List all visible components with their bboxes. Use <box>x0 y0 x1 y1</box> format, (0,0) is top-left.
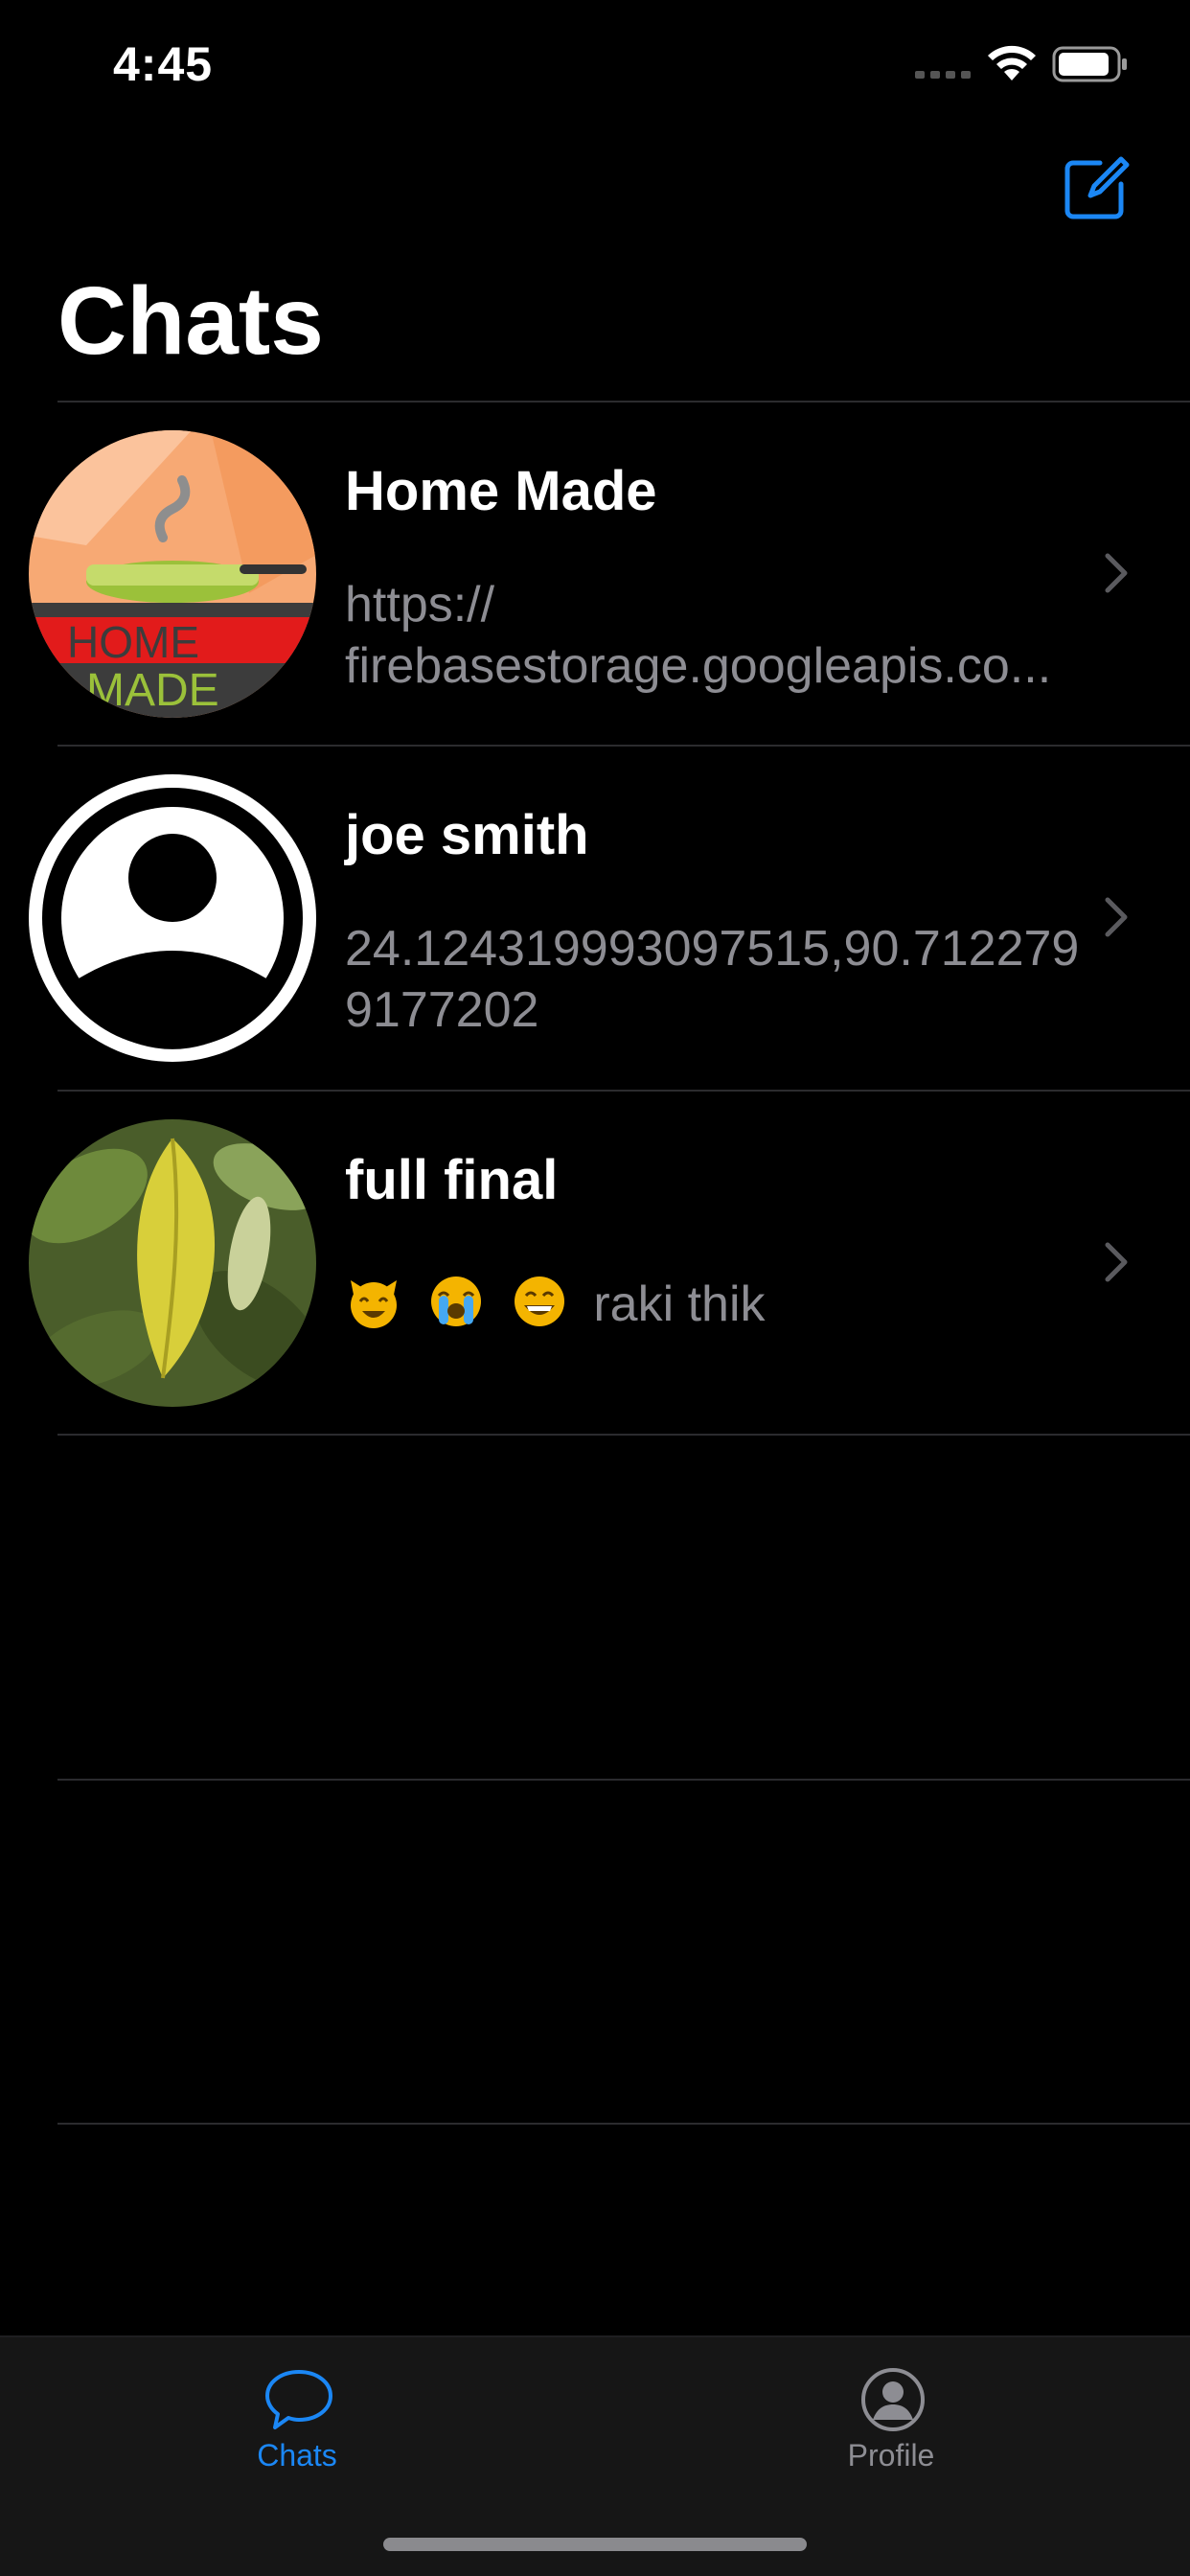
chat-name: full final <box>345 1149 559 1211</box>
chat-name: Home Made <box>345 460 657 522</box>
chat-name: joe smith <box>345 804 589 866</box>
compose-button[interactable] <box>1062 153 1131 222</box>
chat-preview: raki thik <box>345 1273 1092 1335</box>
chat-preview: 24.124319993097515,90.7122799177202 <box>345 921 1080 1038</box>
smiling-cat-emoji <box>351 1280 397 1328</box>
status-bar: 4:45 <box>0 0 1190 134</box>
status-time: 4:45 <box>113 37 214 91</box>
avatar-leaf-photo <box>29 1119 316 1407</box>
svg-text:MADE: MADE <box>86 665 219 716</box>
chevron-right-icon <box>1105 553 1128 593</box>
list-separator <box>57 1434 1190 1436</box>
tab-profile[interactable]: Profile <box>747 2337 1035 2491</box>
crying-face-emoji <box>431 1276 482 1326</box>
chat-preview-text: raki thik <box>593 1276 766 1332</box>
page-title: Chats <box>57 267 324 375</box>
avatar-default-person <box>29 774 316 1062</box>
home-indicator <box>383 2538 807 2551</box>
chat-preview: https:// firebasestorage.googleapis.co..… <box>345 577 1052 694</box>
svg-text:HOME: HOME <box>67 617 199 667</box>
chat-row-joe-smith[interactable]: joe smith 24.124319993097515,90.71227991… <box>0 746 1190 1089</box>
chat-row-full-final[interactable]: full final raki thik <box>0 1091 1190 1434</box>
chevron-right-icon <box>1105 897 1128 937</box>
person-circle-icon <box>861 2368 925 2431</box>
chevron-right-icon <box>1105 1242 1128 1282</box>
tab-chats[interactable]: Chats <box>153 2337 441 2491</box>
compose-icon <box>1064 156 1130 219</box>
cellular-signal-icon <box>915 71 971 79</box>
list-separator <box>57 2123 1190 2125</box>
chat-row-home-made[interactable]: HOME MADE Home Made https:// firebasesto… <box>0 402 1190 745</box>
chat-bubble-icon <box>265 2370 332 2429</box>
battery-icon <box>1052 46 1127 82</box>
avatar-home-made-logo: HOME MADE <box>29 430 316 718</box>
tab-label: Profile <box>847 2438 935 2472</box>
grinning-face-emoji <box>514 1276 564 1326</box>
tab-label: Chats <box>257 2438 337 2472</box>
list-separator <box>57 1779 1190 1781</box>
wifi-icon <box>988 45 1036 80</box>
